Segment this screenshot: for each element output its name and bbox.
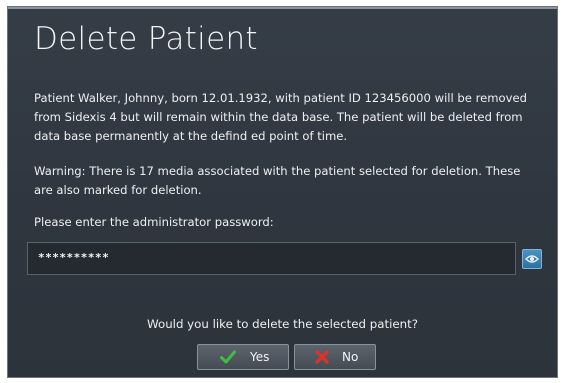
no-label: No [342,350,359,364]
yes-label: Yes [250,350,270,364]
checkmark-icon [220,350,236,367]
delete-patient-dialog: Delete Patient Patient Walker, Johnny, b… [7,6,558,378]
cross-icon [314,350,330,367]
no-button[interactable]: No [294,344,376,370]
eye-icon [525,255,539,263]
screen: Delete Patient Patient Walker, Johnny, b… [0,0,564,383]
warning-message: Warning: There is 17 media associated wi… [34,164,521,197]
show-password-button[interactable] [522,249,542,269]
password-label: Please enter the administrator password: [34,215,274,229]
password-input[interactable]: ********** [27,242,516,275]
yes-button[interactable]: Yes [197,344,289,370]
dialog-title: Delete Patient [34,21,258,57]
delete-message: Patient Walker, Johnny, born 12.01.1932,… [34,91,527,143]
confirm-question: Would you like to delete the selected pa… [147,317,418,331]
